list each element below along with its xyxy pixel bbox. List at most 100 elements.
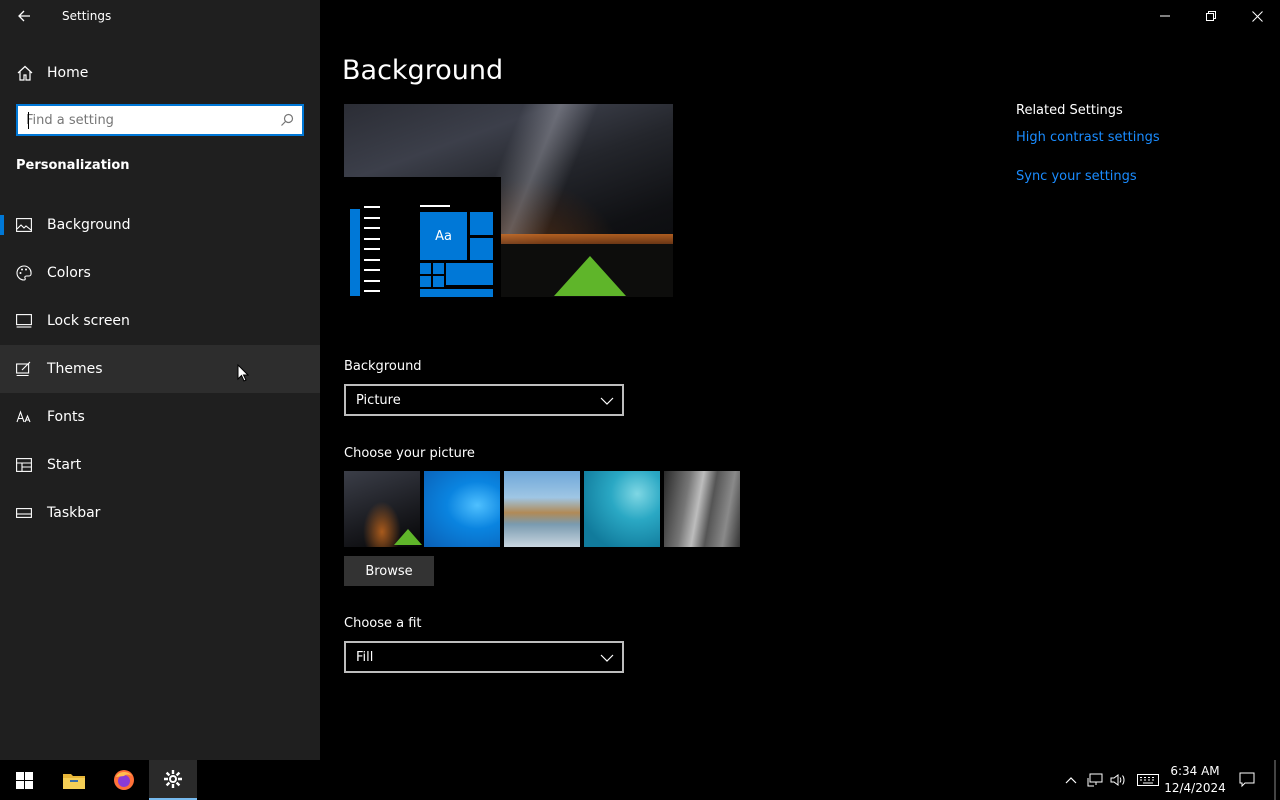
page-title: Background	[342, 55, 504, 86]
home-label: Home	[47, 65, 89, 81]
clock-time: 6:34 AM	[1170, 764, 1220, 778]
close-icon	[1251, 10, 1263, 22]
taskbar: 6:34 AM 12/4/2024	[0, 760, 1280, 800]
fit-dropdown[interactable]: Fill	[344, 641, 624, 673]
picture-thumbnails	[344, 471, 740, 547]
window-controls	[1142, 0, 1280, 32]
keyboard-icon	[1137, 774, 1159, 786]
clock-date: 12/4/2024	[1164, 781, 1226, 795]
picture-thumbnail-night-tent[interactable]	[344, 471, 422, 547]
sync-settings-link[interactable]: Sync your settings	[1016, 169, 1137, 184]
green-tent	[554, 256, 626, 296]
preview-tile	[433, 263, 444, 274]
preview-tile	[446, 263, 493, 285]
sidebar-item-taskbar[interactable]: Taskbar	[0, 489, 320, 537]
restore-button[interactable]	[1188, 0, 1234, 32]
back-arrow-icon	[18, 10, 30, 22]
palette-icon	[16, 265, 32, 281]
minimize-icon	[1160, 15, 1170, 17]
chevron-up-icon	[1065, 777, 1077, 784]
chevron-down-icon	[600, 654, 614, 662]
fit-label: Choose a fit	[344, 616, 422, 631]
settings-taskbar-button[interactable]	[149, 760, 197, 800]
related-settings-heading: Related Settings	[1016, 103, 1123, 118]
sidebar-item-label: Lock screen	[47, 313, 130, 329]
sidebar-nav: Background Colors Lock screen Themes Fon…	[0, 201, 320, 537]
preview-tile	[420, 263, 431, 274]
fit-dropdown-value: Fill	[356, 649, 374, 665]
preview-tile-text: Aa	[435, 228, 452, 244]
sidebar-item-label: Colors	[47, 265, 91, 281]
high-contrast-link[interactable]: High contrast settings	[1016, 130, 1160, 145]
network-button[interactable]	[1085, 770, 1105, 790]
sidebar-item-themes[interactable]: Themes	[0, 345, 320, 393]
search-input[interactable]	[26, 112, 266, 128]
app-list-icons	[350, 209, 360, 296]
choose-picture-label: Choose your picture	[344, 446, 475, 461]
fonts-icon	[16, 409, 32, 425]
close-button[interactable]	[1234, 0, 1280, 32]
picture-thumbnail-cliff[interactable]	[664, 471, 740, 547]
text-caret	[28, 112, 29, 129]
background-dropdown[interactable]: Picture	[344, 384, 624, 416]
sidebar-item-background[interactable]: Background	[0, 201, 320, 249]
lock-screen-icon	[16, 313, 32, 329]
picture-icon	[16, 217, 32, 233]
preview-tile	[420, 289, 493, 297]
notification-icon	[1239, 772, 1255, 788]
settings-gear-icon	[164, 770, 182, 788]
action-center-button[interactable]	[1237, 770, 1257, 790]
home-nav-item[interactable]: Home	[0, 56, 320, 90]
back-button[interactable]	[10, 4, 38, 28]
picture-thumbnail-underwater[interactable]	[584, 471, 660, 547]
show-hidden-icons-button[interactable]	[1061, 770, 1081, 790]
section-title: Personalization	[16, 158, 130, 173]
search-icon[interactable]	[280, 113, 294, 127]
picture-thumbnail-windows-blue[interactable]	[424, 471, 500, 547]
firefox-button[interactable]	[100, 760, 148, 800]
preview-tile	[470, 212, 493, 235]
sidebar-item-label: Start	[47, 457, 82, 473]
mouse-cursor-icon	[237, 364, 249, 382]
volume-button[interactable]	[1108, 770, 1128, 790]
file-explorer-button[interactable]	[50, 760, 98, 800]
search-box[interactable]	[16, 104, 304, 136]
touch-keyboard-button[interactable]	[1136, 770, 1160, 790]
sidebar-item-label: Themes	[47, 361, 103, 377]
sidebar-item-lock-screen[interactable]: Lock screen	[0, 297, 320, 345]
sidebar-item-label: Background	[47, 217, 131, 233]
related-settings: Related Settings High contrast settings …	[1016, 103, 1160, 184]
start-menu-preview: Aa	[344, 177, 501, 297]
home-icon	[17, 65, 33, 81]
windows-start-icon	[15, 771, 33, 789]
sidebar-item-colors[interactable]: Colors	[0, 249, 320, 297]
tile-group-header	[420, 205, 450, 207]
taskbar-icon	[16, 505, 32, 521]
background-dropdown-value: Picture	[356, 392, 401, 408]
preview-tile	[433, 276, 444, 287]
sidebar-item-label: Taskbar	[47, 505, 101, 521]
app-title: Settings	[62, 9, 112, 23]
network-icon	[1087, 773, 1103, 787]
picture-thumbnail-beach-rocks[interactable]	[504, 471, 580, 547]
restore-icon	[1206, 11, 1216, 21]
background-preview: Aa	[344, 104, 673, 297]
preview-tile	[420, 276, 431, 287]
show-desktop-button[interactable]	[1274, 760, 1276, 800]
firefox-icon	[114, 770, 134, 790]
title-bar: Settings	[0, 0, 320, 32]
volume-icon	[1110, 774, 1125, 786]
browse-button[interactable]: Browse	[344, 556, 434, 586]
taskbar-clock[interactable]: 6:34 AM 12/4/2024	[1160, 763, 1230, 797]
start-icon	[16, 457, 32, 473]
settings-sidebar: Settings Home Personalization Background…	[0, 0, 320, 760]
background-label: Background	[344, 359, 422, 374]
sidebar-item-label: Fonts	[47, 409, 85, 425]
minimize-button[interactable]	[1142, 0, 1188, 32]
preview-tile: Aa	[420, 212, 467, 260]
sidebar-item-fonts[interactable]: Fonts	[0, 393, 320, 441]
themes-icon	[16, 361, 32, 377]
app-list-lines	[364, 206, 380, 297]
sidebar-item-start[interactable]: Start	[0, 441, 320, 489]
start-button[interactable]	[0, 760, 48, 800]
